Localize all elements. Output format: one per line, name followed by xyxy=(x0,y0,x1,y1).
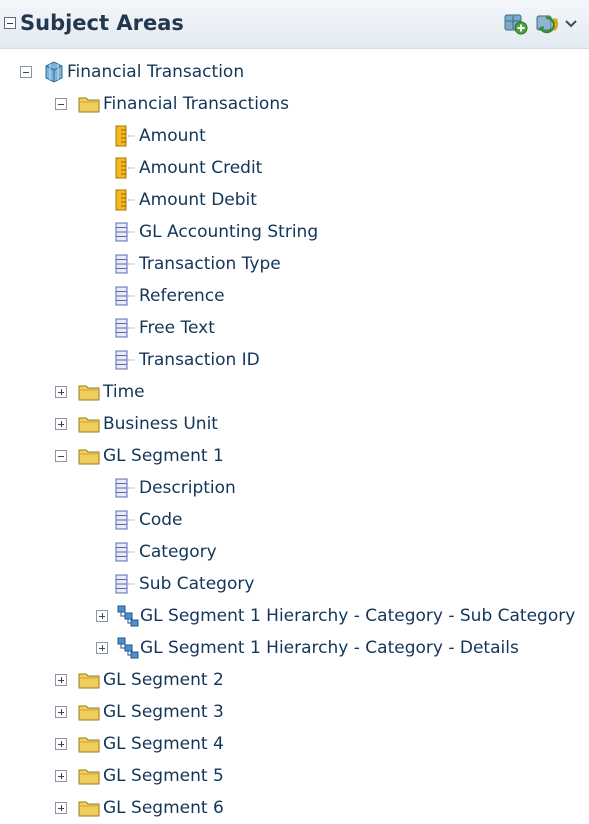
tree-node-label: Financial Transactions xyxy=(103,94,289,114)
tree-node-label: Transaction Type xyxy=(139,254,281,274)
tree-node-measure[interactable]: Amount Debit xyxy=(0,184,589,216)
collapse-panel-icon[interactable] xyxy=(4,17,16,29)
tree-node-attribute[interactable]: Transaction ID xyxy=(0,344,589,376)
panel-header: Subject Areas xyxy=(0,0,589,49)
expand-toggle-icon[interactable] xyxy=(55,418,67,430)
expand-toggle-icon[interactable] xyxy=(96,642,108,654)
collapse-toggle-icon[interactable] xyxy=(55,98,67,110)
tree-node-label: Free Text xyxy=(139,318,215,338)
folder-icon xyxy=(78,385,100,401)
folder-icon xyxy=(78,97,100,113)
tree-node-time[interactable]: Time xyxy=(0,376,589,408)
folder-icon xyxy=(78,769,100,785)
tree-node-label: GL Segment 5 xyxy=(103,766,224,786)
tree-node-gl-segment-6[interactable]: GL Segment 6 xyxy=(0,792,589,824)
tree-node-measure[interactable]: Amount Credit xyxy=(0,152,589,184)
tree-node-financial-transaction[interactable]: Financial Transaction xyxy=(0,56,589,88)
tree-node-gl-segment-3[interactable]: GL Segment 3 xyxy=(0,696,589,728)
tree-node-gl-segment-4[interactable]: GL Segment 4 xyxy=(0,728,589,760)
attribute-column-icon xyxy=(115,318,135,338)
expand-toggle-icon[interactable] xyxy=(55,770,67,782)
tree-node-label: Description xyxy=(139,478,236,498)
subject-areas-panel: Subject Areas Financial Transaction Fina… xyxy=(0,0,589,818)
measure-column-icon xyxy=(115,125,135,147)
collapse-toggle-icon[interactable] xyxy=(20,66,32,78)
tree-node-label: GL Accounting String xyxy=(139,222,319,242)
attribute-column-icon xyxy=(115,350,135,370)
panel-title: Subject Areas xyxy=(20,11,184,35)
tree-node-label: GL Segment 2 xyxy=(103,670,224,690)
tree-node-label: Reference xyxy=(139,286,225,306)
folder-icon xyxy=(78,449,100,465)
tree-node-measure[interactable]: Amount xyxy=(0,120,589,152)
hierarchy-icon xyxy=(117,637,139,659)
tree-node-label: GL Segment 1 Hierarchy - Category - Sub … xyxy=(140,606,576,626)
tree-node-label: Sub Category xyxy=(139,574,255,594)
expand-toggle-icon[interactable] xyxy=(55,674,67,686)
tree-node-label: Code xyxy=(139,510,183,530)
measure-column-icon xyxy=(115,157,135,179)
tree-node-label: GL Segment 6 xyxy=(103,798,224,818)
folder-icon xyxy=(78,801,100,817)
attribute-column-icon xyxy=(115,222,135,242)
attribute-column-icon xyxy=(115,542,135,562)
tree-node-attribute[interactable]: Transaction Type xyxy=(0,248,589,280)
tree-node-label: GL Segment 1 xyxy=(103,446,224,466)
tree-node-attribute[interactable]: Free Text xyxy=(0,312,589,344)
expand-toggle-icon[interactable] xyxy=(55,386,67,398)
tree-node-label: GL Segment 4 xyxy=(103,734,224,754)
tree-node-hierarchy[interactable]: GL Segment 1 Hierarchy - Category - Deta… xyxy=(0,632,589,664)
expand-toggle-icon[interactable] xyxy=(55,738,67,750)
folder-icon xyxy=(78,417,100,433)
tree-node-attribute[interactable]: Description xyxy=(0,472,589,504)
measure-column-icon xyxy=(115,189,135,211)
refresh-icon[interactable] xyxy=(534,12,560,36)
tree-node-business-unit[interactable]: Business Unit xyxy=(0,408,589,440)
tree-node-gl-segment-1[interactable]: GL Segment 1 xyxy=(0,440,589,472)
tree-node-label: Amount xyxy=(139,126,206,146)
attribute-column-icon xyxy=(115,254,135,274)
tree-node-attribute[interactable]: Code xyxy=(0,504,589,536)
tree-node-gl-segment-5[interactable]: GL Segment 5 xyxy=(0,760,589,792)
expand-toggle-icon[interactable] xyxy=(55,706,67,718)
attribute-column-icon xyxy=(115,574,135,594)
tree-node-label: GL Segment 1 Hierarchy - Category - Deta… xyxy=(140,638,519,658)
tree-node-hierarchy[interactable]: GL Segment 1 Hierarchy - Category - Sub … xyxy=(0,600,589,632)
tree-node-label: Transaction ID xyxy=(139,350,260,370)
attribute-column-icon xyxy=(115,478,135,498)
expand-toggle-icon[interactable] xyxy=(55,802,67,814)
add-subject-area-icon[interactable] xyxy=(502,12,528,36)
attribute-column-icon xyxy=(115,286,135,306)
tree-node-attribute[interactable]: Sub Category xyxy=(0,568,589,600)
tree-node-label: Time xyxy=(103,382,145,402)
tree-node-label: Amount Debit xyxy=(139,190,257,210)
folder-icon xyxy=(78,737,100,753)
tree-node-label: Business Unit xyxy=(103,414,218,434)
tree-node-label: Amount Credit xyxy=(139,158,263,178)
chevron-down-icon[interactable] xyxy=(563,18,579,30)
tree-node-attribute[interactable]: GL Accounting String xyxy=(0,216,589,248)
cube-icon xyxy=(45,61,63,83)
tree-node-label: GL Segment 3 xyxy=(103,702,224,722)
tree-node-financial-transactions[interactable]: Financial Transactions xyxy=(0,88,589,120)
tree-node-attribute[interactable]: Reference xyxy=(0,280,589,312)
expand-toggle-icon[interactable] xyxy=(96,610,108,622)
folder-icon xyxy=(78,705,100,721)
tree-node-attribute[interactable]: Category xyxy=(0,536,589,568)
tree-node-label: Category xyxy=(139,542,217,562)
tree-node-gl-segment-2[interactable]: GL Segment 2 xyxy=(0,664,589,696)
attribute-column-icon xyxy=(115,510,135,530)
collapse-toggle-icon[interactable] xyxy=(55,450,67,462)
tree-node-label: Financial Transaction xyxy=(67,62,245,82)
folder-icon xyxy=(78,673,100,689)
hierarchy-icon xyxy=(117,605,139,627)
